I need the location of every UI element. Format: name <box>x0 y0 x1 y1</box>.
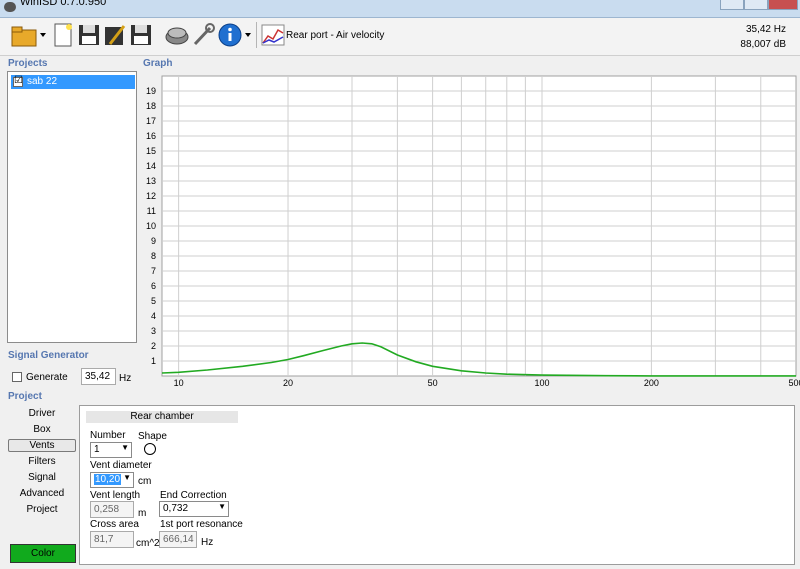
project-checkbox[interactable]: ☑ <box>13 75 23 87</box>
cross-area-unit: cm^2 <box>136 538 160 549</box>
y-tick-label: 4 <box>151 311 156 321</box>
end-correction-label: End Correction <box>160 490 227 501</box>
toolbar: Rear port - Air velocity 35,42 Hz 88,007… <box>0 18 800 56</box>
cross-area-field: 81,7 <box>90 531 134 548</box>
new-project-icon[interactable] <box>50 22 76 48</box>
y-tick-label: 11 <box>147 206 156 216</box>
save-icon[interactable] <box>76 22 102 48</box>
x-tick-label: 50 <box>428 378 438 388</box>
x-tick-label: 20 <box>283 378 293 388</box>
chevron-down-icon: ▼ <box>218 502 226 511</box>
y-tick-label: 6 <box>151 281 156 291</box>
project-item-label: sab 22 <box>27 76 58 87</box>
nav-project[interactable]: Project <box>8 504 76 517</box>
nav-signal[interactable]: Signal <box>8 472 76 485</box>
vent-length-unit: m <box>138 508 147 519</box>
y-tick-label: 12 <box>146 191 156 201</box>
y-tick-label: 7 <box>151 266 156 276</box>
title-bar: WinISD 0.7.0.950 <box>0 0 800 18</box>
x-tick-label: 10 <box>174 378 184 388</box>
air-velocity-chart[interactable]: 1234567891011121314151617181910 20 50 100 20… <box>140 68 800 398</box>
y-tick-label: 9 <box>151 236 156 246</box>
generator-frequency-input[interactable]: 35,42 <box>81 368 116 385</box>
end-correction-value: 0,732 <box>163 503 189 514</box>
round-shape-icon[interactable] <box>144 443 156 455</box>
y-tick-label: 5 <box>151 296 156 306</box>
window-title: WinISD 0.7.0.950 <box>20 0 107 8</box>
rear-chamber-header: Rear chamber <box>86 411 238 423</box>
color-button[interactable]: Color <box>10 544 76 563</box>
y-tick-label: 17 <box>146 116 156 126</box>
port-resonance-label: 1st port resonance <box>160 519 243 530</box>
y-tick-label: 15 <box>146 146 156 156</box>
signal-generator-heading: Signal Generator <box>8 350 89 361</box>
number-label: Number <box>90 430 126 441</box>
x-tick-label: 500 <box>788 378 800 388</box>
minimize-button[interactable] <box>720 0 744 10</box>
project-item[interactable]: ☑ sab 22 <box>11 75 135 89</box>
cross-area-label: Cross area <box>90 519 139 530</box>
y-tick-label: 16 <box>146 131 156 141</box>
db-readout: 88,007 dB <box>740 39 786 50</box>
y-tick-label: 13 <box>146 176 156 186</box>
tools-icon[interactable] <box>190 22 216 48</box>
nav-box[interactable]: Box <box>8 424 76 437</box>
maximize-button[interactable] <box>744 0 768 10</box>
vent-length-label: Vent length <box>90 490 141 501</box>
nav-filters[interactable]: Filters <box>8 456 76 469</box>
graph-panel[interactable]: 1 2 3 4 5 6 7 8 9 10 11 12 13 14 15 16 17 18 19 10 20 50 100 20… <box>140 68 800 398</box>
nav-vents[interactable]: Vents <box>8 439 76 452</box>
toolbar-separator <box>256 22 257 48</box>
close-button[interactable] <box>768 0 798 10</box>
vent-length-field: 0,258 <box>90 501 134 518</box>
generate-label: Generate <box>26 372 68 383</box>
generator-unit: Hz <box>119 373 132 384</box>
y-tick-label: 8 <box>151 251 156 261</box>
y-tick-label: 3 <box>151 326 156 336</box>
chart-icon[interactable] <box>260 22 286 48</box>
port-resonance-field: 666,14 <box>159 531 197 548</box>
vent-diameter-unit: cm <box>138 476 152 487</box>
x-tick-label: 100 <box>534 378 549 388</box>
save-as-icon[interactable] <box>128 22 154 48</box>
y-tick-label: 10 <box>146 221 156 231</box>
vent-diameter-label: Vent diameter <box>90 460 152 471</box>
project-list[interactable]: ☑ sab 22 <box>7 71 137 343</box>
vent-diameter-select[interactable]: 10,20 ▼ <box>90 472 134 488</box>
number-value: 1 <box>94 444 100 455</box>
chevron-down-icon: ▼ <box>123 473 131 482</box>
chart-type-label[interactable]: Rear port - Air velocity <box>286 30 384 41</box>
shape-label: Shape <box>138 431 167 442</box>
frequency-readout: 35,42 Hz <box>745 24 786 35</box>
y-tick-label: 19 <box>146 86 156 96</box>
vent-diameter-value[interactable]: 10,20 <box>94 474 122 485</box>
open-folder-icon[interactable] <box>10 22 46 48</box>
y-tick-label: 14 <box>146 161 156 171</box>
end-correction-select[interactable]: 0,732 ▼ <box>159 501 229 517</box>
y-tick-label: 2 <box>151 341 156 351</box>
info-icon[interactable] <box>218 22 254 48</box>
nav-advanced[interactable]: Advanced <box>8 488 76 501</box>
app-icon <box>4 2 16 12</box>
projects-heading: Projects <box>8 58 48 69</box>
port-resonance-unit: Hz <box>201 537 214 548</box>
y-tick-label: 1 <box>151 356 156 366</box>
driver-icon[interactable] <box>164 22 190 48</box>
generate-checkbox[interactable] <box>12 372 22 382</box>
project-heading: Project <box>8 391 42 402</box>
y-tick-label: 18 <box>146 101 156 111</box>
edit-icon[interactable] <box>102 22 128 48</box>
project-check-mark: ☑ <box>14 75 23 86</box>
x-tick-label: 200 <box>644 378 659 388</box>
chevron-down-icon: ▼ <box>121 443 129 452</box>
number-select[interactable]: 1 ▼ <box>90 442 132 458</box>
nav-driver[interactable]: Driver <box>8 408 76 421</box>
